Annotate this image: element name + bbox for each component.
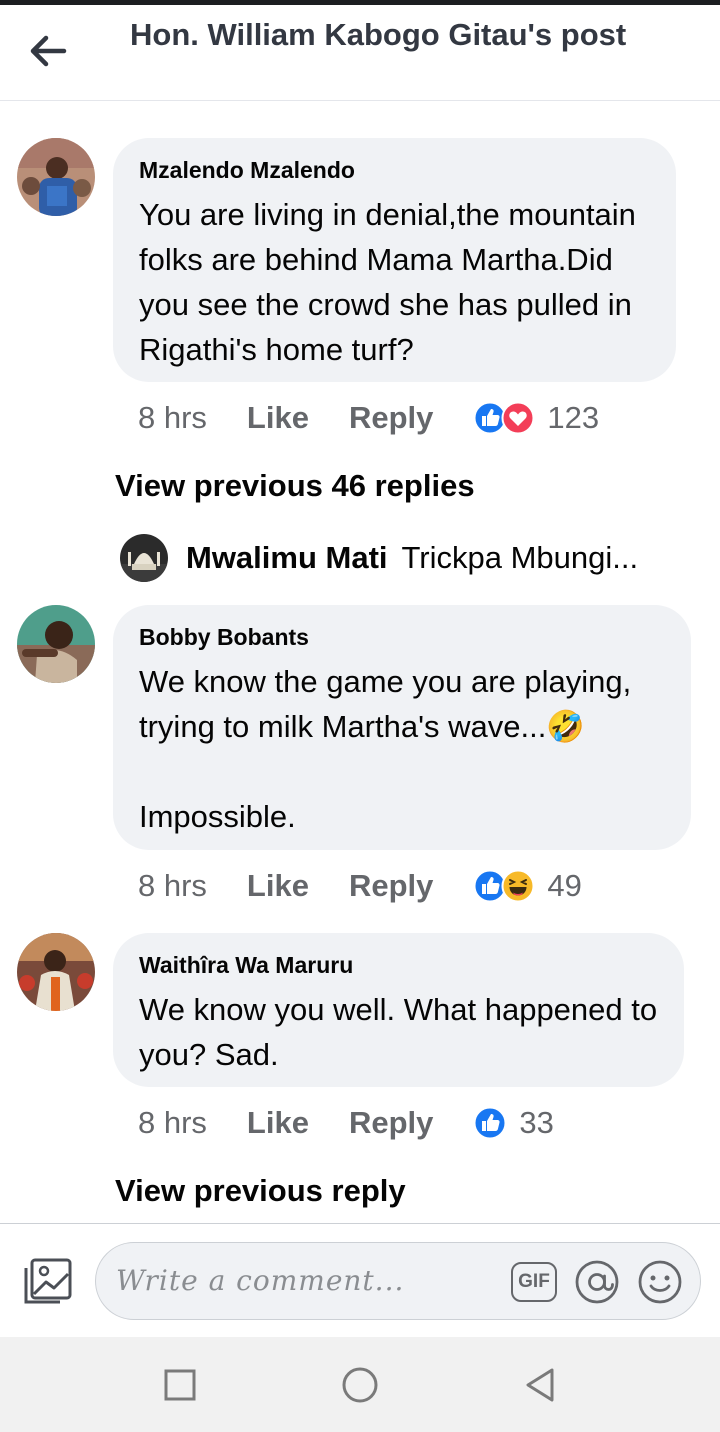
rofl-emoji: 🤣: [546, 709, 585, 744]
emoji-icon: [638, 1260, 682, 1304]
at-icon: [575, 1260, 619, 1304]
comment-time[interactable]: 8 hrs: [138, 1105, 207, 1141]
reply-button[interactable]: Reply: [349, 868, 433, 904]
like-button[interactable]: Like: [247, 1105, 309, 1141]
reply-button[interactable]: Reply: [349, 400, 433, 436]
love-reaction-icon: [501, 401, 535, 435]
comment-actions: 8 hrs Like Reply 123: [138, 398, 599, 438]
comment-bubble[interactable]: Waithîra Wa Maruru We know you well. Wha…: [113, 933, 684, 1087]
emoji-button[interactable]: [637, 1259, 683, 1305]
comment-time[interactable]: 8 hrs: [138, 400, 207, 436]
comment-author[interactable]: Mzalendo Mzalendo: [139, 156, 650, 184]
like-button[interactable]: Like: [247, 868, 309, 904]
nested-reply-snippet: Trickpa Mbungi...: [401, 540, 639, 575]
comment-actions: 8 hrs Like Reply 49: [138, 866, 582, 906]
reaction-count[interactable]: 123: [547, 400, 599, 436]
avatar[interactable]: [17, 933, 95, 1011]
home-button[interactable]: [340, 1365, 380, 1405]
comment-text: We know you well. What happened to you? …: [139, 992, 666, 1072]
square-icon: [164, 1369, 196, 1401]
gif-button[interactable]: GIF: [511, 1262, 557, 1302]
comment-input[interactable]: Write a comment... GIF: [95, 1242, 701, 1320]
photo-button[interactable]: [22, 1256, 74, 1308]
nested-reply-preview[interactable]: Mwalimu Mati Trickpa Mbungi...: [120, 533, 710, 583]
reactions[interactable]: [473, 401, 535, 435]
comment-text: You are living in denial,the mountain fo…: [139, 197, 645, 367]
comment-time[interactable]: 8 hrs: [138, 868, 207, 904]
nav-back-button[interactable]: [520, 1365, 560, 1405]
reaction-count[interactable]: 49: [547, 868, 581, 904]
reactions[interactable]: [473, 869, 535, 903]
mention-button[interactable]: [574, 1259, 620, 1305]
reply-button[interactable]: Reply: [349, 1105, 433, 1141]
back-button[interactable]: [26, 29, 70, 73]
comment-composer: Write a comment... GIF: [0, 1223, 720, 1336]
page-title: Hon. William Kabogo Gitau's post: [130, 17, 627, 52]
reactions[interactable]: [473, 1106, 507, 1140]
comment-input-placeholder[interactable]: Write a comment...: [116, 1264, 404, 1297]
comment-bubble[interactable]: Mzalendo Mzalendo You are living in deni…: [113, 138, 676, 382]
avatar[interactable]: [17, 605, 95, 683]
photo-icon: [24, 1258, 72, 1304]
comment-text: We know the game you are playing, trying…: [139, 659, 665, 749]
avatar[interactable]: [120, 534, 168, 582]
like-button[interactable]: Like: [247, 400, 309, 436]
circle-icon: [342, 1367, 378, 1403]
arrow-left-icon: [30, 35, 67, 67]
avatar[interactable]: [17, 138, 95, 216]
like-reaction-icon: [473, 1106, 507, 1140]
view-previous-replies[interactable]: View previous 46 replies: [115, 468, 475, 504]
comment-actions: 8 hrs Like Reply 33: [138, 1103, 554, 1143]
comment-text: Impossible.: [139, 799, 296, 834]
view-previous-reply[interactable]: View previous reply: [115, 1173, 406, 1209]
system-navigation-bar: [0, 1337, 720, 1432]
comment-bubble[interactable]: Bobby Bobants We know the game you are p…: [113, 605, 691, 850]
haha-reaction-icon: [501, 869, 535, 903]
comment-author[interactable]: Waithîra Wa Maruru: [139, 951, 658, 979]
comment-author[interactable]: Bobby Bobants: [139, 623, 665, 651]
recents-button[interactable]: [160, 1365, 200, 1405]
post-header: Hon. William Kabogo Gitau's post: [0, 5, 720, 101]
reaction-count[interactable]: 33: [519, 1105, 553, 1141]
triangle-back-icon: [526, 1368, 554, 1402]
nested-reply-author[interactable]: Mwalimu Mati: [186, 540, 388, 576]
